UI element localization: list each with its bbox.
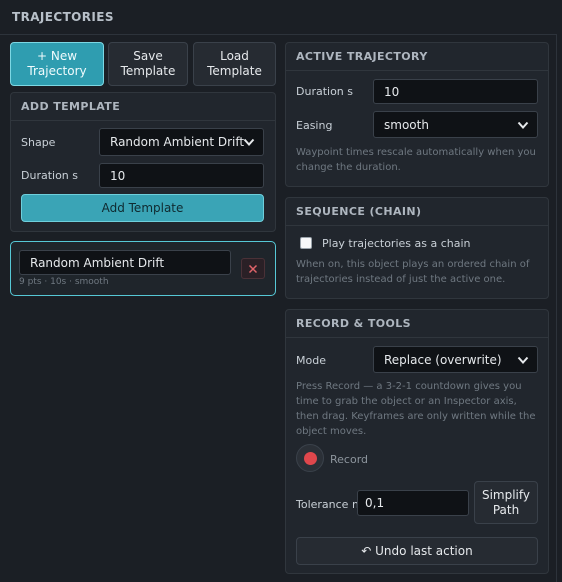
chevron-down-icon	[517, 121, 529, 129]
delete-trajectory-button[interactable]	[241, 258, 265, 279]
tolerance-label: Tolerance m	[296, 498, 363, 511]
new-trajectory-line2: Trajectory	[27, 64, 87, 78]
shape-select-value: Random Ambient Drift	[110, 135, 245, 149]
load-template-button[interactable]: Load Template	[193, 42, 276, 86]
chevron-down-icon	[243, 138, 255, 146]
sequence-header: SEQUENCE (CHAIN)	[286, 198, 548, 226]
mode-select-value: Replace (overwrite)	[384, 352, 502, 367]
template-duration-label: Duration s	[21, 169, 79, 182]
record-dot-icon	[303, 451, 317, 465]
duration-hint: Waypoint times rescale automatically whe…	[296, 147, 536, 173]
record-button[interactable]	[296, 444, 324, 472]
chain-checkbox-label: Play trajectories as a chain	[322, 237, 471, 250]
new-trajectory-button[interactable]: + New Trajectory	[10, 42, 104, 86]
mode-select[interactable]: Replace (overwrite)	[373, 346, 538, 373]
title-bar: TRAJECTORIES	[0, 0, 557, 35]
chain-checkbox[interactable]	[300, 237, 312, 249]
record-label: Record	[330, 453, 369, 466]
record-tools-header: RECORD & TOOLS	[286, 310, 548, 338]
simplify-line1: Simplify	[481, 487, 531, 502]
new-trajectory-line1: + New	[36, 49, 78, 63]
active-duration-input[interactable]: 10	[373, 79, 538, 104]
add-template-header: ADD TEMPLATE	[11, 93, 275, 121]
record-hint: Press Record — a 3-2-1 countdown gives y…	[296, 381, 536, 437]
chevron-down-icon	[517, 356, 529, 364]
trajectory-meta: 9 pts · 10s · smooth	[19, 277, 109, 287]
simplify-path-button[interactable]: Simplify Path	[474, 481, 538, 524]
window-title: TRAJECTORIES	[12, 10, 114, 24]
close-icon	[248, 264, 258, 273]
trajectories-window: TRAJECTORIES + New Trajectory Save Templ…	[0, 0, 557, 582]
shape-label: Shape	[21, 136, 56, 149]
load-template-line2: Template	[207, 64, 262, 78]
easing-label: Easing	[296, 119, 333, 132]
trajectory-name-input[interactable]: Random Ambient Drift	[19, 250, 231, 275]
template-duration-input[interactable]: 10	[99, 163, 264, 188]
trajectory-list-item[interactable]: Random Ambient Drift 9 pts · 10s · smoot…	[10, 241, 276, 296]
save-template-line2: Template	[120, 64, 176, 78]
undo-last-action-button[interactable]: ↶ Undo last action	[296, 537, 538, 565]
mode-label: Mode	[296, 354, 326, 367]
save-template-button[interactable]: Save Template	[108, 42, 188, 86]
easing-select-value: smooth	[384, 117, 429, 132]
add-template-button[interactable]: Add Template	[21, 194, 264, 222]
easing-select[interactable]: smooth	[373, 111, 538, 138]
shape-select[interactable]: Random Ambient Drift	[99, 128, 264, 156]
active-duration-label: Duration s	[296, 85, 354, 98]
load-template-line1: Load	[220, 49, 249, 63]
save-template-line1: Save	[133, 49, 163, 63]
tolerance-input[interactable]: 0,1	[357, 490, 469, 516]
chain-hint: When on, this object plays an ordered ch…	[296, 259, 530, 285]
simplify-line2: Path	[492, 502, 520, 517]
active-trajectory-header: ACTIVE TRAJECTORY	[286, 43, 548, 71]
